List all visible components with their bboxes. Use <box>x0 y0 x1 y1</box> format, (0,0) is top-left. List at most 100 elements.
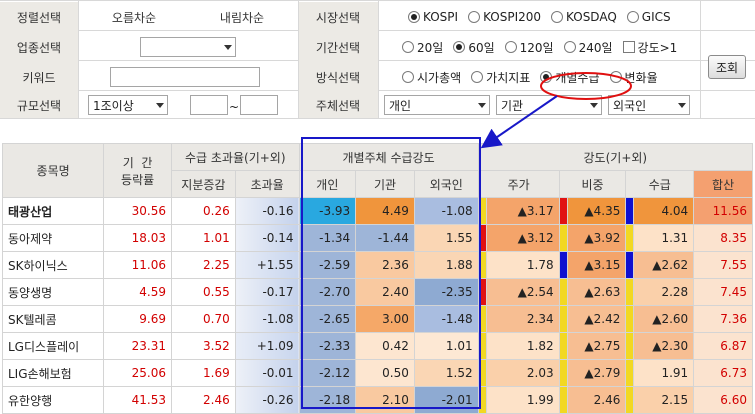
col-header-individual[interactable]: 개인 <box>298 170 357 198</box>
stock-name-cell[interactable]: 유한양행 <box>1 386 105 414</box>
market-radio-kospi[interactable]: KOSPI <box>408 10 458 24</box>
industry-select[interactable] <box>140 37 236 57</box>
keyword-label: 키워드 <box>0 62 78 92</box>
keyword-input[interactable] <box>110 67 260 87</box>
stock-name-cell[interactable]: 태광산업 <box>1 197 105 225</box>
sort-asc-option[interactable]: 오름차순 <box>80 2 188 32</box>
col-header-price[interactable]: 주가 <box>477 170 560 198</box>
table-row[interactable]: 유한양행 41.53 2.46 -0.26 -2.18 2.10 -2.01 1.99 2.46… <box>1 386 753 414</box>
radio-icon <box>626 11 639 23</box>
sort-desc-option[interactable]: 내림차순 <box>188 2 296 32</box>
method-radio-value-index[interactable]: 가치지표 <box>471 69 530 86</box>
col-header-supply[interactable]: 수급 <box>625 170 695 198</box>
stock-name-cell[interactable]: SK텔레콤 <box>1 305 105 333</box>
table-row[interactable]: LG디스플레이 23.31 3.52 +1.09 -2.33 0.42 1.01 1.82 ▲2… <box>1 332 753 360</box>
divider <box>0 118 755 119</box>
weight-indicator-bar <box>558 278 568 306</box>
table-row[interactable]: SK텔레콤 9.69 0.70 -1.08 -2.65 3.00 -1.48 2.34 ▲2.4… <box>1 305 753 333</box>
col-header-total[interactable]: 합산 <box>693 170 753 198</box>
period-return-cell: 9.69 <box>103 305 172 333</box>
col-header-foreign[interactable]: 외국인 <box>413 170 479 198</box>
subject-label: 주체선택 <box>298 92 378 118</box>
strength-checkbox[interactable]: 강도>1 <box>622 39 677 56</box>
institution-strength-cell: 2.10 <box>355 386 415 414</box>
supply-strength-cell: ▲2.62 <box>633 251 695 279</box>
search-button[interactable]: 조회 <box>708 55 746 79</box>
weight-strength-cell: ▲4.35 <box>566 197 627 225</box>
sort-label: 정렬선택 <box>0 2 78 32</box>
stock-name-cell[interactable]: LIG손해보험 <box>1 359 105 387</box>
weight-strength-cell: ▲3.15 <box>566 251 627 279</box>
col-header-excess-rate[interactable]: 초과율 <box>234 170 300 198</box>
period-label: 기간선택 <box>298 32 378 62</box>
group-header-excess: 수급 초과율(기+외) <box>171 143 300 171</box>
chevron-down-icon <box>678 103 686 108</box>
col-header-name[interactable]: 종목명 <box>1 143 105 198</box>
foreign-strength-cell: -1.08 <box>413 197 479 225</box>
total-strength-cell: 6.87 <box>693 332 753 360</box>
range-max-input[interactable] <box>240 95 278 115</box>
results-table-body: 태광산업 30.56 0.26 -0.16 -3.93 4.49 -1.08 ▲3.17 ▲4.… <box>1 197 753 414</box>
price-strength-cell: ▲3.17 <box>485 197 560 225</box>
method-label: 방식선택 <box>298 62 378 92</box>
method-radio-individual-supply[interactable]: 개별수급 <box>540 69 600 86</box>
stake-change-cell: 3.52 <box>171 332 236 360</box>
method-radio-market-cap[interactable]: 시가총액 <box>402 69 461 86</box>
excess-rate-cell: +1.09 <box>234 332 300 360</box>
price-strength-cell: 2.34 <box>485 305 560 333</box>
market-radio-group: KOSPI KOSPI200 KOSDAQ GICS <box>408 2 681 32</box>
supply-strength-cell: ▲2.60 <box>633 305 695 333</box>
col-header-weight[interactable]: 비중 <box>558 170 627 198</box>
size-label: 규모선택 <box>0 92 78 118</box>
subject-select-institution[interactable]: 기관 <box>496 95 602 115</box>
stock-name-cell[interactable]: SK하이닉스 <box>1 251 105 279</box>
table-row[interactable]: 동아제약 18.03 1.01 -0.14 -1.34 -1.44 1.55 ▲3.12 ▲3.… <box>1 224 753 252</box>
chevron-down-icon <box>478 103 486 108</box>
group-header-strength: 강도(기+외) <box>477 143 754 171</box>
subject-select-individual[interactable]: 개인 <box>384 95 490 115</box>
excess-rate-cell: -0.17 <box>234 278 300 306</box>
supply-indicator-bar <box>625 332 635 360</box>
supply-indicator-bar <box>625 224 635 252</box>
stake-change-cell: 1.01 <box>171 224 236 252</box>
individual-strength-cell: -2.65 <box>298 305 357 333</box>
institution-strength-cell: 2.40 <box>355 278 415 306</box>
period-radio-240[interactable]: 240일 <box>563 39 613 56</box>
foreign-strength-cell: 1.88 <box>413 251 479 279</box>
table-row[interactable]: LIG손해보험 25.06 1.69 -0.01 -2.12 0.50 1.52 2.03 ▲2… <box>1 359 753 387</box>
foreign-strength-cell: -2.35 <box>413 278 479 306</box>
market-radio-gics[interactable]: GICS <box>626 10 671 24</box>
period-radio-20[interactable]: 20일 <box>402 39 443 56</box>
individual-strength-cell: -2.59 <box>298 251 357 279</box>
stock-name-cell[interactable]: 동양생명 <box>1 278 105 306</box>
size-select[interactable]: 1조이상 <box>88 95 168 115</box>
col-header-period-return[interactable]: 기 간 등락률 <box>103 143 172 198</box>
stock-name-cell[interactable]: 동아제약 <box>1 224 105 252</box>
period-radio-60[interactable]: 60일 <box>453 39 495 56</box>
range-min-input[interactable] <box>190 95 228 115</box>
col-header-stake-change[interactable]: 지분증감 <box>171 170 236 198</box>
col-header-institution[interactable]: 기관 <box>355 170 415 198</box>
stock-name-cell[interactable]: LG디스플레이 <box>1 332 105 360</box>
subject-select-foreign[interactable]: 외국인 <box>608 95 690 115</box>
individual-strength-cell: -2.33 <box>298 332 357 360</box>
weight-indicator-bar <box>558 224 568 252</box>
method-radio-change-rate[interactable]: 변화율 <box>609 69 658 86</box>
table-row[interactable]: SK하이닉스 11.06 2.25 +1.55 -2.59 2.36 1.88 1.78 ▲3.… <box>1 251 753 279</box>
stake-change-cell: 2.25 <box>171 251 236 279</box>
weight-indicator-bar <box>558 359 568 387</box>
stake-change-cell: 2.46 <box>171 386 236 414</box>
industry-label: 업종선택 <box>0 32 78 62</box>
supply-indicator-bar <box>625 359 635 387</box>
radio-icon <box>471 71 484 83</box>
table-row[interactable]: 동양생명 4.59 0.55 -0.17 -2.70 2.40 -2.35 ▲2.54 ▲2.6… <box>1 278 753 306</box>
institution-strength-cell: 3.00 <box>355 305 415 333</box>
price-indicator-bar <box>477 197 487 225</box>
price-strength-cell: 1.78 <box>485 251 560 279</box>
market-radio-kospi200[interactable]: KOSPI200 <box>468 10 541 24</box>
period-radio-120[interactable]: 120일 <box>504 39 554 56</box>
group-header-subject: 개별주체 수급강도 <box>298 143 479 171</box>
market-radio-kosdaq[interactable]: KOSDAQ <box>551 10 617 24</box>
individual-strength-cell: -1.34 <box>298 224 357 252</box>
table-row[interactable]: 태광산업 30.56 0.26 -0.16 -3.93 4.49 -1.08 ▲3.17 ▲4.… <box>1 197 753 225</box>
